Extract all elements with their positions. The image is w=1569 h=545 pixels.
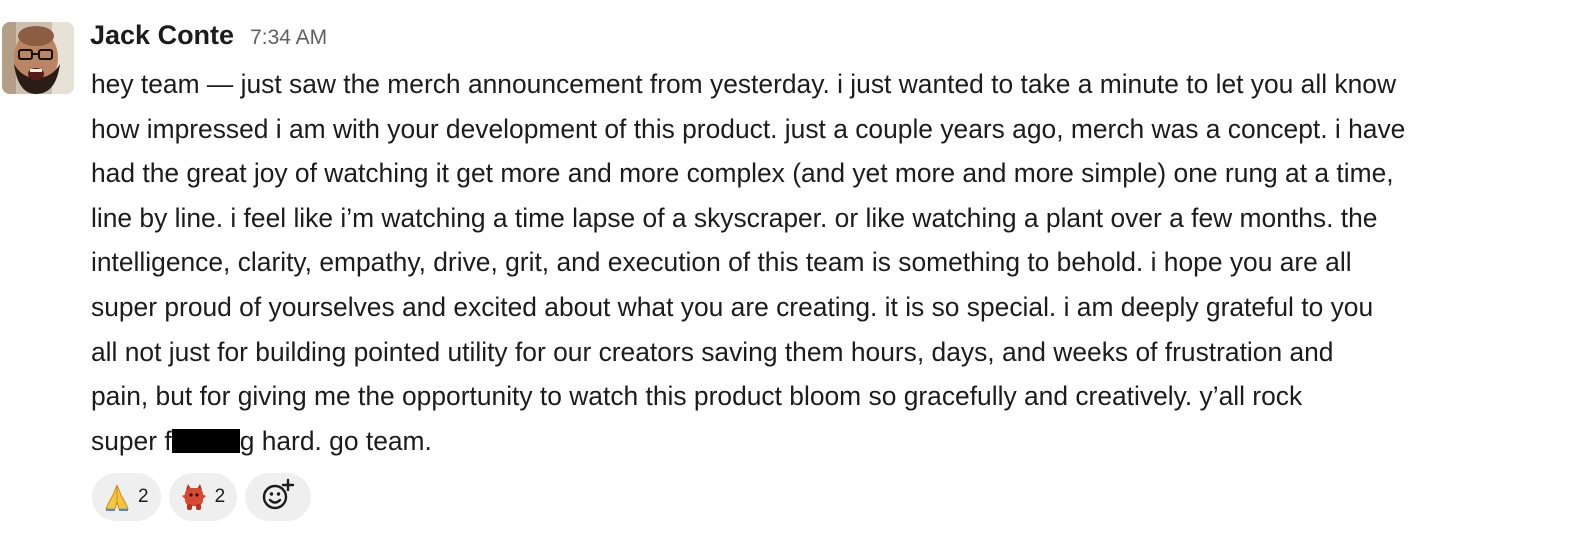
add-reaction-button[interactable] [245, 473, 312, 521]
message-line: line by line. i feel like i’m watching a… [91, 202, 1378, 233]
message-line: how impressed i am with your development… [91, 113, 1406, 144]
message-line: super f g hard. go team. [91, 419, 1565, 464]
message-header: Jack Conte 7:34 AM [90, 20, 327, 58]
reaction-count: 2 [138, 486, 149, 507]
folded-hands-emoji-icon [102, 482, 132, 512]
message-line: intelligence, clarity, empathy, drive, g… [91, 247, 1352, 278]
reaction-count: 2 [214, 486, 226, 507]
message-line: super proud of yourselves and excited ab… [91, 291, 1374, 322]
message-line: hey team — just saw the merch announceme… [91, 69, 1397, 99]
reaction-red-monster[interactable]: 2 [168, 473, 238, 521]
message: Jack Conte 7:34 AM hey team — just saw t… [0, 0, 1569, 545]
message-line: pain, but for giving me the opportunity … [91, 381, 1303, 412]
red-monster-emoji-icon [179, 482, 209, 512]
avatar[interactable] [2, 22, 74, 94]
add-reaction-icon [261, 478, 295, 517]
message-timestamp[interactable]: 7:34 AM [250, 26, 327, 50]
reaction-folded-hands[interactable]: 2 [92, 473, 161, 521]
message-body: hey team — just saw the merch announceme… [91, 62, 1565, 463]
author-name[interactable]: Jack Conte [90, 20, 234, 51]
message-line: all not just for building pointed utilit… [91, 336, 1334, 367]
message-text-before-redaction: super f [91, 425, 172, 456]
message-line: had the great joy of watching it get mor… [91, 158, 1394, 189]
redaction-block [171, 428, 240, 453]
reactions-bar: 2 2 [92, 473, 312, 521]
message-text-after-redaction: g hard. go team. [239, 425, 432, 456]
avatar-photo [2, 22, 74, 94]
